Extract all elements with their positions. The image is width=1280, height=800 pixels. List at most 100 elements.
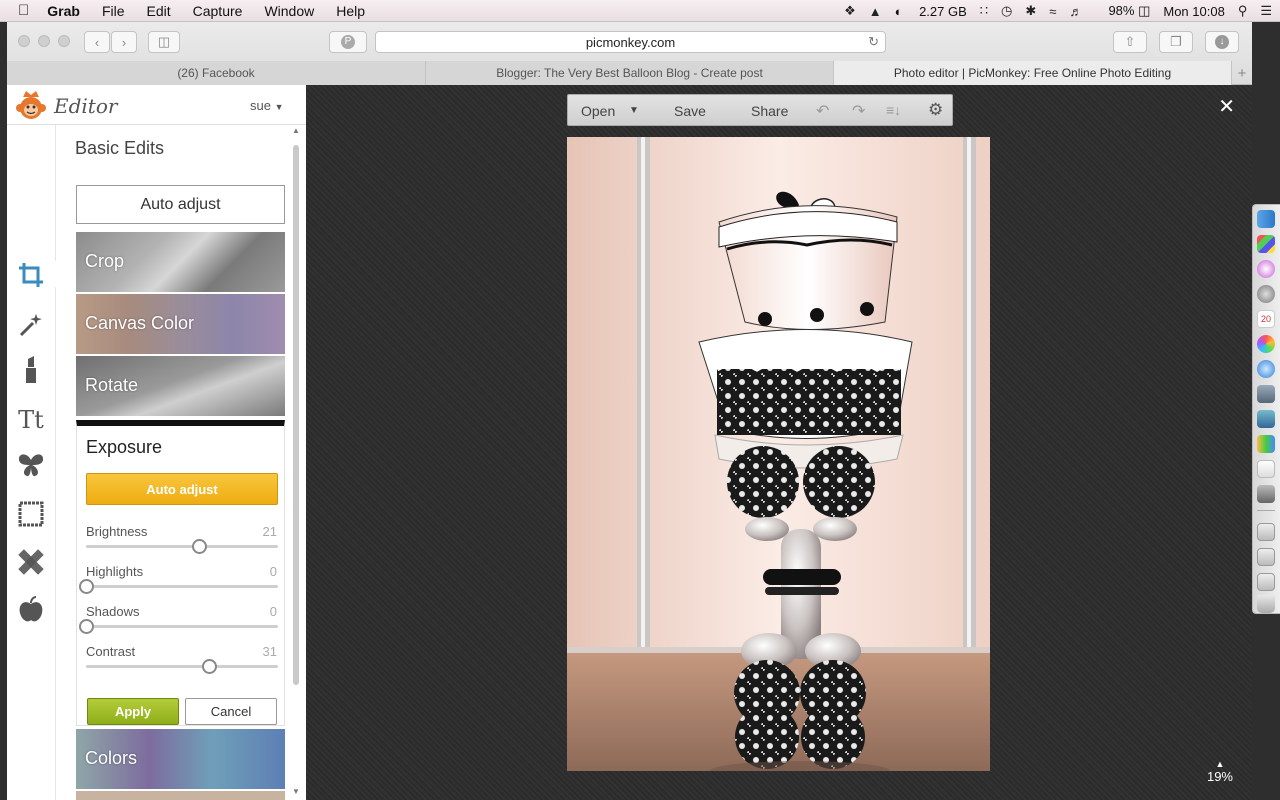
dropbox-icon[interactable]: ❖	[844, 3, 856, 19]
highlights-slider[interactable]	[79, 579, 278, 594]
zoom-up-arrow-icon[interactable]: ▲	[1207, 759, 1233, 769]
highlights-value: 0	[269, 564, 277, 579]
address-bar[interactable]: picmonkey.com ↻	[375, 31, 886, 53]
seasonal-apple-icon[interactable]	[16, 595, 46, 625]
grid-icon[interactable]: ∷	[980, 3, 988, 19]
photos-icon[interactable]	[1257, 335, 1275, 353]
menu-help[interactable]: Help	[336, 3, 365, 19]
dashboard-icon[interactable]	[1257, 235, 1275, 253]
crop-tile[interactable]: Crop	[76, 232, 285, 292]
undo-icon[interactable]: ↶	[816, 101, 829, 121]
layers-icon[interactable]: ≡↓	[886, 102, 901, 118]
frame-icon[interactable]	[16, 499, 46, 529]
cancel-button[interactable]: Cancel	[185, 698, 277, 725]
open-button[interactable]: Open	[581, 103, 615, 119]
scroll-down-arrow-icon[interactable]: ▼	[292, 787, 300, 796]
basic-edits-crop-icon[interactable]	[16, 260, 46, 290]
tab-overview-button[interactable]: ❐	[1159, 31, 1193, 53]
itunes-icon[interactable]	[1257, 260, 1275, 278]
memory-value: 2.27 GB	[919, 3, 967, 19]
pinterest-button[interactable]: P	[329, 31, 367, 53]
downloads-button[interactable]: ↓	[1205, 31, 1239, 53]
redo-icon[interactable]: ↷	[852, 101, 865, 121]
safari-icon[interactable]	[1257, 360, 1275, 378]
open-dropdown-chevron-icon[interactable]: ▼	[629, 105, 639, 116]
tab-blogger[interactable]: Blogger: The Very Best Balloon Blog - Cr…	[426, 61, 834, 85]
zoom-window-button[interactable]	[58, 35, 70, 47]
back-button[interactable]: ‹	[84, 31, 110, 53]
memory-status[interactable]: ◐ 2.27 GB	[895, 4, 967, 19]
wifi-icon[interactable]: ≈	[1049, 4, 1056, 19]
drive-icon[interactable]: ▲	[869, 4, 882, 19]
photo-booth-icon[interactable]	[1257, 410, 1275, 428]
brightness-slider[interactable]	[86, 539, 278, 554]
sidebar-toggle-button[interactable]: ◫	[148, 31, 180, 53]
texture-icon[interactable]	[16, 547, 46, 577]
finder-icon[interactable]	[1257, 210, 1275, 228]
exposure-auto-adjust-button[interactable]: Auto adjust	[86, 473, 278, 505]
tab-picmonkey[interactable]: Photo editor | PicMonkey: Free Online Ph…	[834, 61, 1232, 85]
stack-icon[interactable]	[1257, 523, 1275, 541]
forward-button[interactable]: ›	[111, 31, 137, 53]
volume-icon[interactable]: ♬	[1069, 4, 1082, 19]
grab-icon[interactable]	[1257, 485, 1275, 503]
user-menu[interactable]: sue ▼	[250, 98, 284, 113]
save-button[interactable]: Save	[674, 103, 706, 119]
battery-status[interactable]: 98% ◫	[1095, 3, 1150, 19]
time-machine-icon[interactable]: ◷	[1001, 3, 1012, 19]
numbers-icon[interactable]	[1257, 435, 1275, 453]
browser-chrome: ‹ › ◫ P picmonkey.com ↻ ⇧ ❐ ↓ (26) Faceb…	[7, 22, 1252, 85]
menu-file[interactable]: File	[102, 3, 125, 19]
preview-icon[interactable]	[1257, 385, 1275, 403]
close-window-button[interactable]	[18, 35, 30, 47]
reload-icon[interactable]: ↻	[868, 34, 879, 50]
clock[interactable]: Mon 10:08	[1163, 4, 1224, 19]
zoom-level[interactable]: ▲ 19%	[1207, 759, 1233, 784]
textedit-icon[interactable]	[1257, 460, 1275, 478]
new-tab-button[interactable]: +	[1232, 61, 1252, 85]
tab-facebook[interactable]: (26) Facebook	[7, 61, 426, 85]
minimize-window-button[interactable]	[38, 35, 50, 47]
next-tile-peek[interactable]	[76, 791, 285, 800]
canvas-color-tile[interactable]: Canvas Color	[76, 294, 285, 354]
shadows-slider-handle[interactable]	[79, 619, 94, 634]
brightness-slider-handle[interactable]	[192, 539, 208, 554]
sidebar-scrollbar[interactable]: ▲ ▼	[292, 126, 300, 796]
colors-tile[interactable]: Colors	[76, 729, 285, 789]
edited-photo[interactable]	[567, 137, 990, 771]
notification-center-icon[interactable]: ☰	[1260, 3, 1272, 19]
butterfly-icon[interactable]	[16, 450, 46, 480]
highlights-slider-handle[interactable]	[79, 579, 94, 594]
tab-label: (26) Facebook	[177, 66, 255, 80]
auto-adjust-button[interactable]: Auto adjust	[76, 185, 285, 224]
bluetooth-icon[interactable]: ✱	[1025, 3, 1036, 19]
rotate-tile[interactable]: Rotate	[76, 356, 285, 416]
text-tool-icon[interactable]: Tt	[16, 405, 46, 435]
download-icon: ↓	[1215, 35, 1229, 49]
close-editor-icon[interactable]: ✕	[1218, 94, 1235, 119]
downloads-stack-icon[interactable]	[1257, 573, 1275, 591]
lipstick-icon[interactable]	[16, 355, 46, 385]
menu-capture[interactable]: Capture	[193, 3, 243, 19]
shadows-slider[interactable]	[79, 619, 278, 634]
launchpad-icon[interactable]	[1257, 285, 1275, 303]
menu-window[interactable]: Window	[264, 3, 314, 19]
apple-icon[interactable]: 	[18, 2, 29, 19]
menu-app-name[interactable]: Grab	[47, 3, 80, 19]
share-button[interactable]: Share	[751, 103, 788, 119]
magic-wand-icon[interactable]	[16, 310, 46, 340]
trash-icon[interactable]	[1257, 595, 1275, 613]
pinterest-icon: P	[341, 35, 355, 49]
contrast-slider-handle[interactable]	[201, 659, 217, 674]
settings-gear-icon[interactable]: ⚙	[928, 100, 943, 120]
scroll-up-arrow-icon[interactable]: ▲	[292, 126, 300, 135]
menu-edit[interactable]: Edit	[147, 3, 171, 19]
colors-tile-label: Colors	[85, 748, 138, 768]
calendar-icon[interactable]: 20	[1257, 310, 1275, 328]
share-page-button[interactable]: ⇧	[1113, 31, 1147, 53]
contrast-slider[interactable]	[86, 659, 278, 674]
spotlight-search-icon[interactable]: ⚲	[1238, 3, 1248, 19]
scrollbar-thumb[interactable]	[293, 145, 299, 685]
documents-stack-icon[interactable]	[1257, 548, 1275, 566]
apply-button[interactable]: Apply	[87, 698, 179, 725]
